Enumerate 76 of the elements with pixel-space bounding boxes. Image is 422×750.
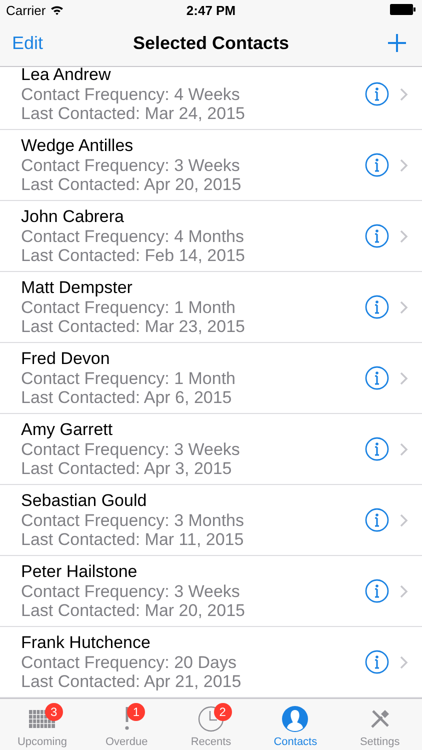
contact-frequency: Contact Frequency: 1 Month bbox=[21, 368, 237, 388]
last-contacted: Last Contacted: Mar 23, 2015 bbox=[21, 317, 246, 336]
add-icon[interactable] bbox=[387, 33, 407, 53]
last-contacted: Last Contacted: Mar 20, 2015 bbox=[21, 601, 246, 620]
contact-frequency: Contact Frequency: 3 Weeks bbox=[21, 156, 241, 175]
nav-title: Selected Contacts bbox=[132, 32, 290, 54]
contact-frequency: Contact Frequency: 4 Months bbox=[21, 226, 246, 246]
tab-label: Recents bbox=[190, 736, 232, 748]
contact-frequency: Contact Frequency: 20 Days bbox=[21, 652, 238, 672]
chevron-icon bbox=[400, 442, 408, 456]
contact-frequency: Contact Frequency: 3 Weeks bbox=[21, 440, 241, 459]
contact-name: Sebastian Gould bbox=[21, 490, 148, 510]
tab-label: Overdue bbox=[106, 736, 148, 748]
person-icon bbox=[282, 706, 308, 732]
contact-row[interactable]: Matt Dempster Contact Frequency: 1 Month Last Contacted: Mar 23, 2015 bbox=[0, 272, 422, 343]
tab-badge: 1 bbox=[127, 703, 146, 721]
contact-row[interactable]: Amy Garrett Contact Frequency: 3 Weeks Last Contacted: Apr 3, 2015 bbox=[0, 414, 422, 485]
tab-item[interactable]: 2 Recents bbox=[168, 699, 254, 750]
last-contacted: Last Contacted: Apr 21, 2015 bbox=[21, 672, 242, 692]
last-contacted: Last Contacted: Apr 20, 2015 bbox=[21, 175, 242, 194]
contact-frequency: Contact Frequency: 1 Month bbox=[21, 298, 237, 317]
contact-name: Frank Hutchence bbox=[21, 632, 152, 652]
chevron-icon bbox=[400, 372, 408, 384]
chevron-icon bbox=[400, 300, 408, 314]
last-contacted: Last Contacted: Feb 14, 2015 bbox=[21, 246, 246, 266]
chevron-icon bbox=[400, 584, 408, 598]
tab-badge: 3 bbox=[44, 703, 63, 721]
info-icon[interactable] bbox=[365, 295, 389, 319]
info-icon[interactable] bbox=[365, 366, 389, 390]
contact-row[interactable]: Fred Devon Contact Frequency: 1 Month Last Contacted: Apr 6, 2015 bbox=[0, 343, 422, 414]
chevron-icon bbox=[400, 514, 408, 526]
carrier-label: Carrier bbox=[6, 2, 46, 18]
clock-icon bbox=[198, 706, 224, 732]
wifi-icon bbox=[50, 5, 64, 15]
contact-name: Lea Andrew bbox=[21, 67, 112, 84]
contact-frequency: Contact Frequency: 3 Months bbox=[21, 510, 246, 530]
chevron-icon bbox=[400, 656, 408, 668]
contact-name: Fred Devon bbox=[21, 348, 111, 368]
exclamation-icon bbox=[124, 707, 130, 731]
chevron-icon bbox=[400, 230, 408, 242]
info-icon[interactable] bbox=[365, 579, 389, 603]
chevron-icon bbox=[400, 88, 408, 100]
tab-label: Settings bbox=[360, 736, 400, 748]
contact-name: Wedge Antilles bbox=[21, 136, 134, 156]
contact-frequency: Contact Frequency: 3 Weeks bbox=[21, 582, 241, 601]
battery-icon bbox=[390, 4, 416, 14]
status-time: 2:47 PM bbox=[186, 2, 236, 18]
contact-name: Peter Hailstone bbox=[21, 562, 138, 582]
tab-label: Contacts bbox=[274, 736, 318, 748]
info-icon[interactable] bbox=[365, 224, 389, 248]
contact-name: John Cabrera bbox=[21, 206, 126, 226]
tab-item[interactable]: Contacts bbox=[253, 699, 338, 750]
info-icon[interactable] bbox=[365, 82, 389, 106]
contact-row[interactable]: Sebastian Gould Contact Frequency: 3 Months Last Contacted: Mar 11, 2015 bbox=[0, 485, 422, 556]
info-icon[interactable] bbox=[365, 437, 389, 461]
tools-icon bbox=[368, 708, 391, 730]
contact-frequency: Contact Frequency: 4 Weeks bbox=[21, 84, 241, 104]
last-contacted: Last Contacted: Mar 24, 2015 bbox=[21, 104, 246, 124]
tab-item[interactable]: 3 Upcoming bbox=[0, 699, 84, 750]
last-contacted: Last Contacted: Apr 6, 2015 bbox=[21, 388, 233, 408]
contact-row[interactable]: John Cabrera Contact Frequency: 4 Months Last Contacted: Feb 14, 2015 bbox=[0, 201, 422, 272]
contact-name: Matt Dempster bbox=[21, 278, 134, 298]
contact-row[interactable]: Lea Andrew Contact Frequency: 4 Weeks Last Contacted: Mar 24, 2015 bbox=[0, 67, 422, 130]
chevron-icon bbox=[400, 158, 408, 172]
tab-badge: 2 bbox=[214, 703, 232, 721]
contact-row[interactable]: Wedge Antilles Contact Frequency: 3 Weeks Last Contacted: Apr 20, 2015 bbox=[0, 130, 422, 201]
info-icon[interactable] bbox=[365, 650, 389, 674]
last-contacted: Last Contacted: Mar 11, 2015 bbox=[21, 530, 245, 550]
contact-name: Amy Garrett bbox=[21, 420, 114, 440]
edit-button[interactable]: Edit bbox=[12, 32, 44, 54]
info-icon[interactable] bbox=[365, 153, 389, 177]
tab-label: Upcoming bbox=[17, 736, 67, 748]
info-icon[interactable] bbox=[365, 508, 389, 532]
tab-item[interactable]: 1 Overdue bbox=[84, 699, 169, 750]
last-contacted: Last Contacted: Apr 3, 2015 bbox=[21, 459, 233, 478]
contact-row[interactable]: Peter Hailstone Contact Frequency: 3 Weeks Last Contacted: Mar 20, 2015 bbox=[0, 556, 422, 627]
